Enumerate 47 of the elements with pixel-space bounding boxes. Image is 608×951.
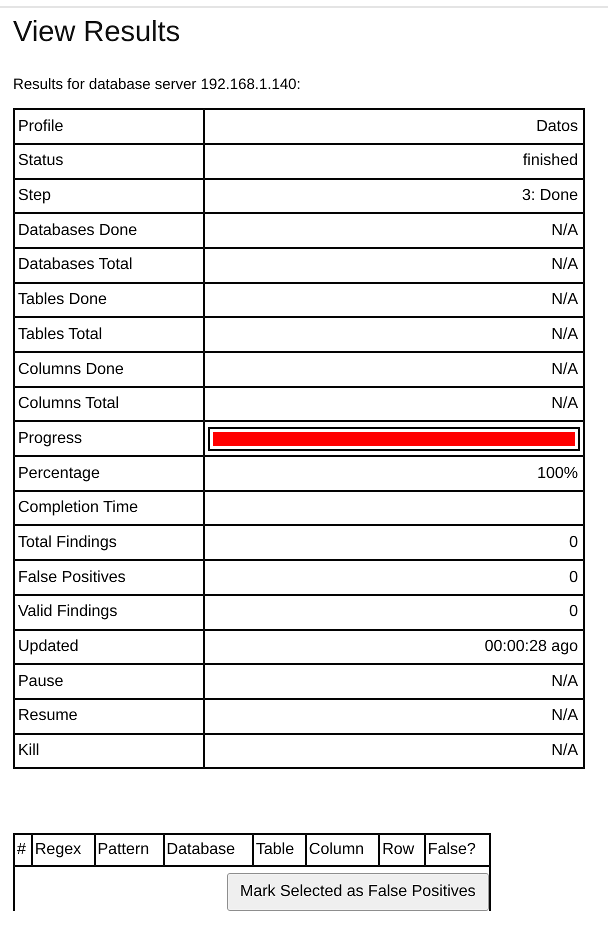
field-label: Databases Done <box>14 213 204 248</box>
field-value: 0 <box>204 525 584 560</box>
field-value: N/A <box>204 352 584 387</box>
field-label: Resume <box>14 698 204 734</box>
field-label: Valid Findings <box>14 594 204 630</box>
field-value: N/A <box>204 664 584 699</box>
field-label: Columns Done <box>14 352 204 387</box>
field-value: Datos <box>204 109 584 144</box>
field-label: Total Findings <box>14 525 204 560</box>
field-value: 0 <box>204 560 584 595</box>
page-title: View Results <box>13 15 182 50</box>
field-value: 00:00:28 ago <box>204 630 584 664</box>
field-value: N/A <box>204 213 584 248</box>
field-value: N/A <box>204 698 584 734</box>
field-label: Percentage <box>14 456 204 491</box>
field-label: Columns Total <box>14 386 204 422</box>
field-label: Updated <box>14 630 204 664</box>
column-header: # <box>14 834 32 866</box>
field-value: 0 <box>204 594 584 630</box>
field-label: Progress <box>14 421 204 456</box>
field-value: 3: Done <box>204 178 584 214</box>
field-label: Databases Total <box>14 248 204 283</box>
field-label: Tables Done <box>14 282 204 318</box>
column-header: Column <box>306 834 380 866</box>
column-header: Regex <box>32 834 94 866</box>
mark-false-positives-button[interactable]: Mark Selected as False Positives <box>227 873 489 912</box>
field-label: Pause <box>14 664 204 699</box>
field-label: Status <box>14 144 204 179</box>
field-value: N/A <box>204 317 584 352</box>
column-header: Database <box>164 834 253 866</box>
column-header: Table <box>252 834 306 866</box>
field-value: N/A <box>204 386 584 422</box>
results-subtitle: Results for database server 192.168.1.140: <box>13 74 302 95</box>
field-label: Step <box>14 178 204 214</box>
field-value: N/A <box>204 282 584 318</box>
field-label: Kill <box>14 734 204 768</box>
field-value: finished <box>204 144 584 179</box>
field-label: Completion Time <box>14 490 204 526</box>
field-value: N/A <box>204 734 584 768</box>
column-header: False? <box>424 834 490 866</box>
field-value: 100% <box>204 456 584 491</box>
field-label: Profile <box>14 109 204 144</box>
field-value: N/A <box>204 248 584 283</box>
field-label: Tables Total <box>14 317 204 352</box>
column-header: Row <box>379 834 425 866</box>
column-header: Pattern <box>94 834 164 866</box>
field-label: False Positives <box>14 560 204 595</box>
